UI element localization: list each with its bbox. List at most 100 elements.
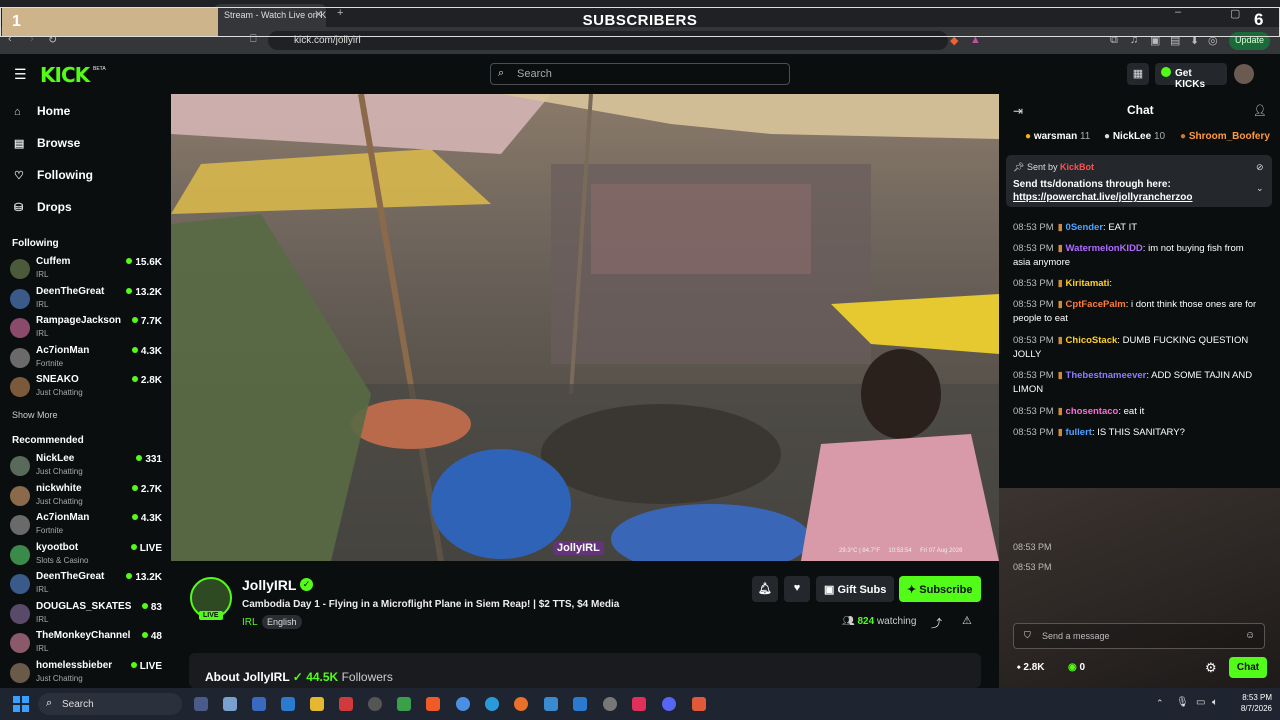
chat-message[interactable]: 08:53 PM ▮ fullert: IS THIS SANITARY? xyxy=(1013,426,1263,440)
sidebar-channel[interactable]: DOUGLAS_SKATES IRL 83 xyxy=(10,601,162,629)
edge-icon[interactable] xyxy=(485,697,499,711)
app-icon[interactable] xyxy=(368,697,382,711)
network-icon[interactable]: ▭ xyxy=(1196,697,1205,708)
app-icon[interactable] xyxy=(194,697,208,711)
chat-username[interactable]: Kiritamati xyxy=(1066,278,1110,289)
sidebar-channel[interactable]: homelessbieber Just Chatting LIVE xyxy=(10,660,162,688)
sidebar-channel[interactable]: DeenTheGreat IRL 13.2K xyxy=(10,571,162,599)
browse-icon: ▤ xyxy=(14,138,25,150)
chat-username[interactable]: ChicoStack xyxy=(1066,335,1118,346)
chat-username[interactable]: Thebestnameever xyxy=(1066,370,1147,381)
user-avatar[interactable] xyxy=(1234,64,1254,84)
channel-avatar xyxy=(10,377,30,397)
chat-username[interactable]: WatermelonKIDD xyxy=(1066,243,1143,254)
chat-separator: : xyxy=(1109,278,1113,289)
notification-bell-button[interactable]: 🔔︎ xyxy=(752,576,778,602)
app-icon[interactable] xyxy=(544,697,558,711)
chat-message[interactable]: 08:53 PM ▮ WatermelonKIDD: im not buying … xyxy=(1013,242,1263,270)
gifter-count: 11 xyxy=(1079,131,1091,142)
channel-name: Ac7ionMan xyxy=(36,512,90,523)
live-badge: LIVE xyxy=(199,611,223,620)
sidebar-channel[interactable]: TheMonkeyChannel IRL 48 xyxy=(10,630,162,658)
chrome-icon[interactable] xyxy=(456,697,470,711)
send-chat-button[interactable]: Chat xyxy=(1229,657,1267,678)
chat-username[interactable]: 0Sender xyxy=(1066,222,1104,233)
app-icon[interactable] xyxy=(397,697,411,711)
kick-logo[interactable]: KICK xyxy=(40,63,90,87)
channel-avatar xyxy=(10,544,30,565)
sidebar-channel[interactable]: Ac7ionMan Fortnite 4.3K xyxy=(10,512,162,540)
kicks-balance[interactable]: ⬩ 2.8K xyxy=(1017,662,1045,673)
category-link[interactable]: IRL xyxy=(242,617,258,628)
followers-label: Followers xyxy=(341,670,393,684)
sidebar-channel[interactable]: SNEAKO Just Chatting 2.8K xyxy=(10,374,162,402)
taskbar-search[interactable]: Search xyxy=(38,693,182,715)
chat-message[interactable]: 08:53 PM ▮ Thebestnameever: ADD SOME TAJI… xyxy=(1013,369,1263,397)
channel-points[interactable]: ◉ 0 xyxy=(1068,662,1085,673)
chat-message-input[interactable]: Send a message xyxy=(1013,623,1265,649)
file-explorer-icon[interactable] xyxy=(310,697,324,711)
hamburger-menu-icon[interactable]: ☰ xyxy=(14,66,27,83)
search-input[interactable]: Search xyxy=(490,63,790,85)
nav-following[interactable]: ♡ Following xyxy=(14,168,93,182)
channel-viewers: 4.3K xyxy=(132,346,162,357)
chat-message-time: 08:53 PM xyxy=(1013,542,1052,552)
top-gifter[interactable]: ● NickLee 10 xyxy=(1104,131,1165,142)
sidebar-channel[interactable]: RampageJackson IRL 7.7K xyxy=(10,315,162,343)
follow-button[interactable]: ♥ xyxy=(784,576,810,602)
chat-message[interactable]: 08:53 PM ▮ Kiritamati: xyxy=(1013,277,1263,291)
language-tag[interactable]: English xyxy=(262,615,302,629)
sidebar-channel[interactable]: DeenTheGreat IRL 13.2K xyxy=(10,286,162,314)
tiktok-icon[interactable] xyxy=(632,697,646,711)
clock-time: 8:53 PM xyxy=(1242,693,1272,702)
report-icon[interactable]: ⚠ xyxy=(962,614,972,627)
streamer-name[interactable]: JollyIRL xyxy=(242,577,296,593)
chat-message[interactable]: 08:53 PM ▮ ChicoStack: DUMB FUCKING QUEST… xyxy=(1013,334,1263,362)
chat-settings-icon[interactable]: ⚙ xyxy=(1205,660,1217,676)
subscribe-button[interactable]: ✦ Subscribe xyxy=(899,576,981,602)
chat-username[interactable]: CptFacePalm xyxy=(1066,299,1126,310)
discord-icon[interactable] xyxy=(662,697,676,711)
app-icon[interactable] xyxy=(281,697,295,711)
volume-icon[interactable]: 🔈︎ xyxy=(1212,697,1218,708)
microphone-icon[interactable]: 🎙︎ xyxy=(1176,697,1189,708)
app-icon[interactable] xyxy=(252,697,266,711)
top-gifter[interactable]: ● Shroom_Boofery xyxy=(1180,131,1270,142)
sidebar-channel[interactable]: Ac7ionMan Fortnite 4.3K xyxy=(10,345,162,373)
collapse-chat-icon[interactable]: ⇥ xyxy=(1013,104,1023,118)
show-more-link[interactable]: Show More xyxy=(12,410,58,420)
firefox-icon[interactable] xyxy=(514,697,528,711)
nav-home[interactable]: ⌂ Home xyxy=(14,104,70,118)
share-icon[interactable]: ⤴ xyxy=(931,615,942,631)
nav-drops[interactable]: ⛁ Drops xyxy=(14,200,72,214)
dashboard-icon[interactable]: ▦ xyxy=(1127,63,1149,85)
app-icon[interactable] xyxy=(692,697,706,711)
top-gifter[interactable]: ● warsman 11 xyxy=(1025,131,1090,142)
chat-username[interactable]: chosentaco xyxy=(1066,406,1119,417)
pinned-link[interactable]: https://powerchat.live/jollyrancherzoo xyxy=(1013,192,1192,203)
chat-username[interactable]: fullert xyxy=(1066,427,1092,438)
app-icon[interactable] xyxy=(603,697,617,711)
chevron-down-icon[interactable]: ⌄ xyxy=(1256,183,1264,194)
channel-category: IRL xyxy=(36,329,49,338)
video-player[interactable]: JollyIRL 29.3°C | 84.7°F 10:53:54 Fri 07… xyxy=(171,94,999,561)
emoji-icon[interactable]: ☺ xyxy=(1245,630,1255,641)
sidebar-channel[interactable]: nickwhite Just Chatting 2.7K xyxy=(10,483,162,511)
nav-browse[interactable]: ▤ Browse xyxy=(14,136,80,150)
windows-start-icon[interactable] xyxy=(13,696,29,712)
app-icon[interactable] xyxy=(223,697,237,711)
taskbar-clock[interactable]: 8:53 PM 8/7/2026 xyxy=(1226,692,1272,714)
chat-users-icon[interactable]: 👤︎ xyxy=(1253,104,1267,117)
sidebar-channel[interactable]: Cuffem IRL 15.6K xyxy=(10,256,162,284)
app-icon[interactable] xyxy=(339,697,353,711)
tray-chevron-icon[interactable]: ⌃ xyxy=(1156,698,1164,709)
chat-message[interactable]: 08:53 PM ▮ 0Sender: EAT IT xyxy=(1013,221,1263,235)
chat-message[interactable]: 08:53 PM ▮ CptFacePalm: i dont think thos… xyxy=(1013,298,1263,326)
sidebar-channel[interactable]: NickLee Just Chatting 331 xyxy=(10,453,162,481)
unpin-icon[interactable]: ⊘ xyxy=(1256,162,1264,173)
sidebar-channel[interactable]: kyootbot Slots & Casino LIVE xyxy=(10,542,162,570)
vscode-icon[interactable] xyxy=(573,697,587,711)
brave-browser-icon[interactable] xyxy=(426,697,440,711)
chat-message[interactable]: 08:53 PM ▮ chosentaco: eat it xyxy=(1013,405,1263,419)
gift-subs-button[interactable]: ▣ Gift Subs xyxy=(816,576,894,602)
